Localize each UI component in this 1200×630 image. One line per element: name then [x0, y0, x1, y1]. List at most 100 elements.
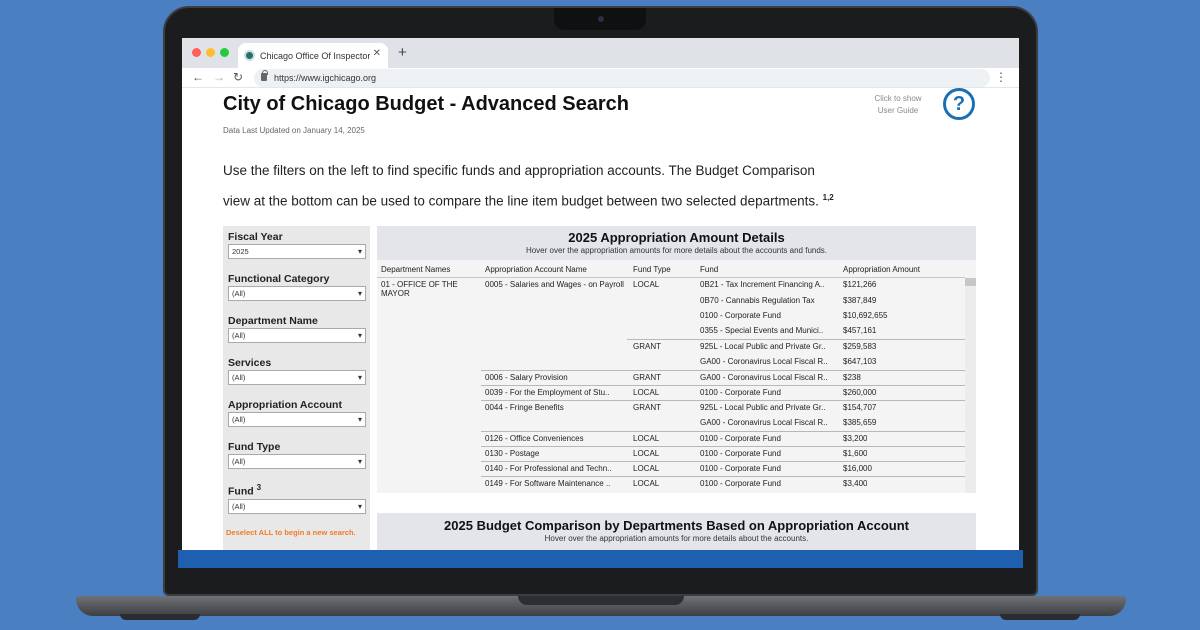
details-title: 2025 Appropriation Amount Details [568, 230, 785, 245]
fund-cell: GA00 - Coronavirus Local Fiscal R.. [700, 357, 828, 366]
last-updated-text: Data Last Updated on January 14, 2025 [223, 126, 365, 135]
filter-label: Fund Type [228, 441, 281, 453]
fund-cell: 0100 - Corporate Fund [700, 434, 781, 443]
fund-type-cell: LOCAL [633, 464, 660, 473]
column-header: Fund [700, 265, 719, 274]
row-divider [481, 400, 965, 401]
amount-cell[interactable]: $10,692,655 [843, 311, 888, 320]
intro-text-line-2-body: view at the bottom can be used to compar… [223, 193, 819, 209]
account-cell: 0044 - Fringe Benefits [485, 403, 564, 412]
fund-cell: 0B70 - Cannabis Regulation Tax [700, 296, 815, 305]
account-cell: 0140 - For Professional and Techn.. [485, 464, 612, 473]
amount-cell[interactable]: $1,600 [843, 449, 867, 458]
fund-cell: 0100 - Corporate Fund [700, 449, 781, 458]
url-text: https://www.igchicago.org [274, 73, 377, 83]
camera-notch [554, 8, 646, 30]
department-cell: 01 - OFFICE OF THE MAYOR [381, 280, 458, 298]
reload-icon[interactable]: ↻ [233, 70, 243, 84]
tab-title: Chicago Office Of Inspector Gene [260, 50, 370, 61]
account-cell: 0130 - Postage [485, 449, 540, 458]
fiscal-year-select[interactable]: 2025 [228, 244, 366, 259]
header-divider [377, 277, 965, 278]
filter-fund-type: Fund Type (All) [228, 441, 366, 469]
functional-category-select[interactable]: (All) [228, 286, 366, 301]
row-divider [481, 385, 965, 386]
screen-bottom-bezel [178, 550, 1023, 568]
appropriation-account-select[interactable]: (All) [228, 412, 366, 427]
fund-cell: 0100 - Corporate Fund [700, 388, 781, 397]
fund-type-select[interactable]: (All) [228, 454, 366, 469]
fund-label: Fund [228, 485, 254, 498]
footnote-marker: 1,2 [822, 193, 834, 202]
fund-cell: 0B21 - Tax Increment Financing A.. [700, 280, 825, 289]
minimize-window-button[interactable] [206, 48, 215, 57]
fund-type-cell: LOCAL [633, 449, 660, 458]
filter-label: Functional Category [228, 273, 330, 285]
amount-cell[interactable]: $457,161 [843, 326, 876, 335]
back-arrow-icon[interactable]: ← [192, 70, 204, 84]
fund-type-cell: LOCAL [633, 388, 660, 397]
page-title: City of Chicago Budget - Advanced Search [223, 93, 629, 115]
column-header: Appropriation Account Name [485, 265, 587, 274]
amount-cell[interactable]: $387,849 [843, 296, 876, 305]
filter-fund: Fund 3 (All) [228, 483, 366, 514]
column-header: Appropriation Amount [843, 265, 920, 274]
new-tab-button[interactable]: + [398, 44, 407, 61]
help-icon[interactable]: ? [943, 88, 975, 120]
amount-cell[interactable]: $238 [843, 373, 861, 382]
filter-services: Services (All) [228, 357, 366, 385]
url-field[interactable]: https://www.igchicago.org [254, 69, 990, 87]
fund-cell: GA00 - Coronavirus Local Fiscal R.. [700, 418, 828, 427]
amount-cell[interactable]: $3,200 [843, 434, 867, 443]
comparison-title: 2025 Budget Comparison by Departments Ba… [444, 518, 909, 533]
fund-type-cell: GRANT [633, 342, 661, 351]
filter-appropriation-account: Appropriation Account (All) [228, 399, 366, 427]
page-content: City of Chicago Budget - Advanced Search… [182, 88, 1019, 550]
department-name-select[interactable]: (All) [228, 328, 366, 343]
fund-cell: 925L - Local Public and Private Gr.. [700, 342, 826, 351]
details-header: 2025 Appropriation Amount Details Hover … [377, 226, 976, 260]
browser-menu-icon[interactable]: ⋮ [995, 70, 1007, 84]
fund-cell: 925L - Local Public and Private Gr.. [700, 403, 826, 412]
fund-type-cell: LOCAL [633, 434, 660, 443]
fund-type-cell: GRANT [633, 373, 661, 382]
deselect-all-hint: Deselect ALL to begin a new search. [226, 528, 356, 537]
fund-select[interactable]: (All) [228, 498, 366, 514]
account-cell: 0006 - Salary Provision [485, 373, 568, 382]
scrollbar-thumb[interactable] [965, 278, 976, 286]
filter-label: Fiscal Year [228, 231, 283, 243]
laptop-foot-left [120, 614, 200, 620]
maximize-window-button[interactable] [220, 48, 229, 57]
filter-label: Services [228, 357, 272, 369]
forward-arrow-icon[interactable]: → [213, 70, 225, 84]
amount-cell[interactable]: $154,707 [843, 403, 876, 412]
details-subtitle: Hover over the appropriation amounts for… [525, 246, 828, 255]
table-scrollbar[interactable] [965, 278, 976, 493]
lock-icon [261, 70, 268, 81]
amount-cell[interactable]: $260,000 [843, 388, 876, 397]
comparison-subtitle: Hover over the appropriation amounts for… [544, 534, 809, 543]
filter-label: Fund 3 [228, 483, 366, 498]
browser-tab[interactable]: Chicago Office Of Inspector Gene ✕ [238, 43, 388, 68]
column-header: Department Names [381, 265, 451, 274]
fund-cell: 0100 - Corporate Fund [700, 464, 781, 473]
filter-department-name: Department Name (All) [228, 315, 366, 343]
filter-label: Appropriation Account [228, 399, 342, 411]
amount-cell[interactable]: $647,103 [843, 357, 876, 366]
services-select[interactable]: (All) [228, 370, 366, 385]
row-divider [481, 446, 965, 447]
user-guide-link[interactable]: Click to show User Guide [866, 93, 930, 117]
amount-cell[interactable]: $259,583 [843, 342, 876, 351]
filter-fiscal-year: Fiscal Year 2025 [228, 231, 366, 259]
amount-cell[interactable]: $3,400 [843, 479, 867, 488]
budget-comparison-header: 2025 Budget Comparison by Departments Ba… [377, 513, 976, 550]
address-bar-row: ← → ↻ https://www.igchicago.org ⋮ [182, 68, 1019, 88]
column-header: Fund Type [633, 265, 671, 274]
tab-close-icon[interactable]: ✕ [373, 48, 381, 59]
fund-cell: GA00 - Coronavirus Local Fiscal R.. [700, 373, 828, 382]
amount-cell[interactable]: $385,659 [843, 418, 876, 427]
account-cell: 0149 - For Software Maintenance .. [485, 479, 611, 488]
close-window-button[interactable] [192, 48, 201, 57]
amount-cell[interactable]: $121,266 [843, 280, 876, 289]
amount-cell[interactable]: $16,000 [843, 464, 872, 473]
